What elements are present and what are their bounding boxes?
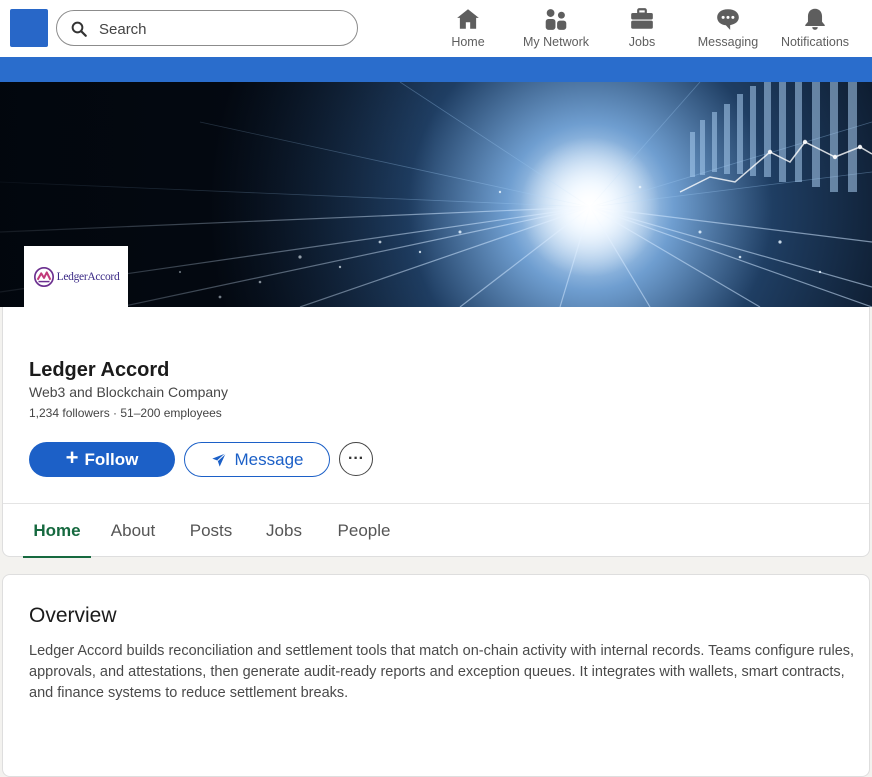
- cover-image: [0, 82, 872, 307]
- follow-button[interactable]: + Follow: [29, 442, 175, 477]
- send-icon: [211, 452, 226, 467]
- message-button[interactable]: Message: [184, 442, 330, 477]
- search-icon: [71, 21, 87, 37]
- tab-about[interactable]: About: [103, 504, 163, 557]
- follow-button-label: Follow: [84, 449, 139, 469]
- logo-wordmark: LedgerAccord: [56, 271, 120, 283]
- company-tagline: Web3 and Blockchain Company: [29, 384, 228, 400]
- brand-logo[interactable]: [10, 9, 48, 47]
- overview-description: Ledger Accord builds reconciliation and …: [29, 643, 855, 701]
- header-accent-band: [0, 57, 872, 82]
- tab-posts[interactable]: Posts: [185, 504, 237, 557]
- search-box[interactable]: [56, 10, 358, 46]
- top-navigation-bar: Home My Network Jobs Messaging: [0, 0, 872, 57]
- people-icon: [545, 9, 567, 30]
- nav-notifications-label: Notifications: [780, 35, 850, 49]
- tab-jobs-label: Jobs: [266, 520, 302, 540]
- more-options-button[interactable]: ···: [339, 442, 373, 476]
- nav-jobs[interactable]: Jobs: [622, 6, 662, 52]
- company-tabs: Home About Posts Jobs People: [3, 503, 869, 558]
- home-icon: [457, 9, 479, 29]
- tab-people[interactable]: People: [332, 504, 396, 557]
- tab-jobs[interactable]: Jobs: [261, 504, 307, 557]
- briefcase-icon: [631, 8, 653, 29]
- message-button-label: Message: [234, 449, 304, 469]
- nav-home-label: Home: [451, 35, 485, 49]
- nav-my-network[interactable]: My Network: [516, 6, 596, 52]
- company-profile-card: Ledger Accord Web3 and Blockchain Compan…: [2, 307, 870, 558]
- ledger-accord-logo-mark: [33, 267, 54, 287]
- tab-home[interactable]: Home: [23, 504, 91, 558]
- search-input[interactable]: [99, 17, 349, 41]
- chat-bubble-icon: [717, 9, 739, 30]
- nav-messaging[interactable]: Messaging: [695, 6, 761, 52]
- plus-icon: +: [65, 445, 79, 470]
- company-logo[interactable]: LedgerAccord: [24, 246, 128, 308]
- tab-posts-label: Posts: [189, 520, 233, 540]
- more-options-icon: ···: [348, 450, 364, 467]
- tab-people-label: People: [337, 520, 391, 540]
- nav-my-network-label: My Network: [523, 35, 589, 49]
- overview-card: Overview Ledger Accord builds reconcilia…: [2, 574, 870, 777]
- tab-home-label: Home: [33, 520, 81, 540]
- overview-title: Overview: [29, 604, 117, 627]
- tab-about-label: About: [110, 520, 156, 540]
- nav-home[interactable]: Home: [445, 6, 491, 52]
- nav-jobs-label: Jobs: [628, 35, 656, 49]
- nav-messaging-label: Messaging: [697, 35, 759, 49]
- bell-icon: [805, 8, 825, 30]
- nav-notifications[interactable]: Notifications: [776, 6, 854, 52]
- company-stats: 1,234 followers · 51–200 employees: [29, 406, 222, 420]
- company-name: Ledger Accord: [29, 359, 170, 381]
